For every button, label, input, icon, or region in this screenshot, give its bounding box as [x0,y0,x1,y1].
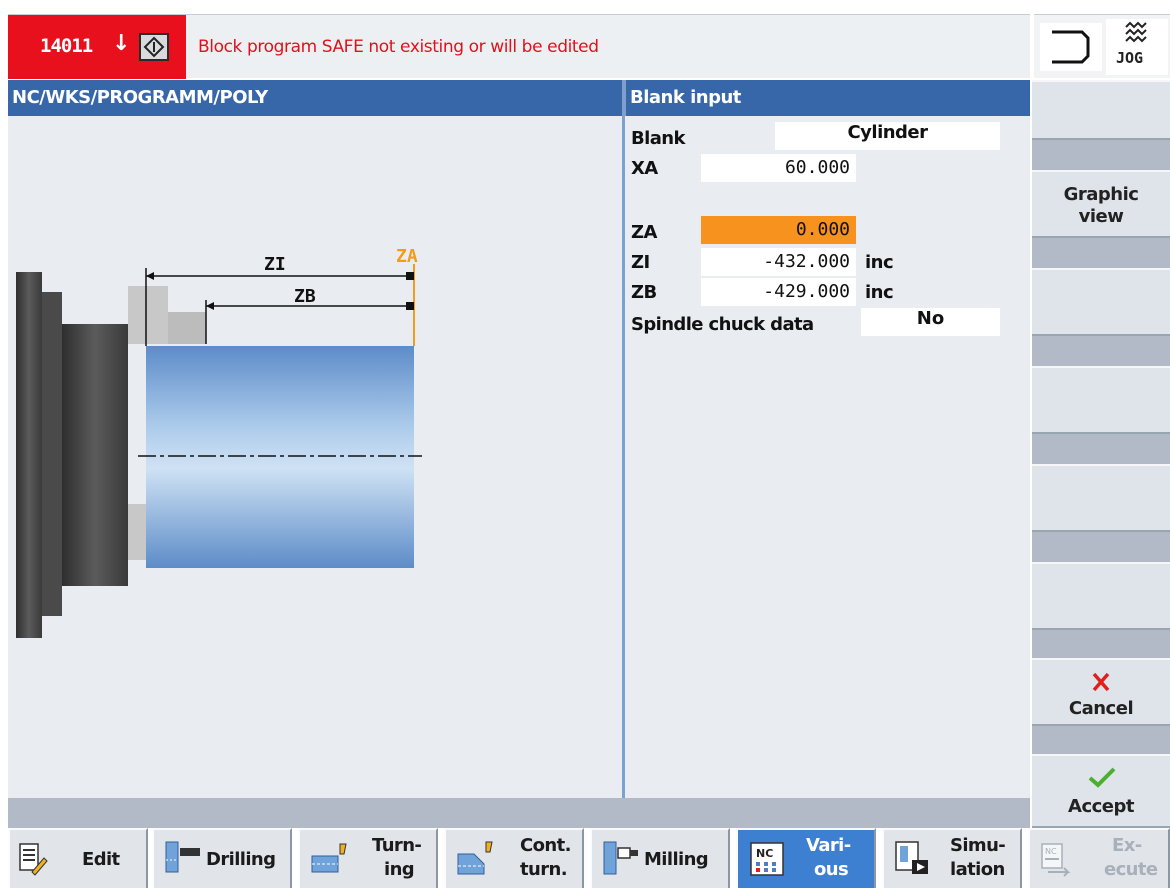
execute-label-2: ecute [1104,859,1158,880]
execute-label-1: Ex- [1112,835,1142,856]
cancel-button[interactable]: Cancel [1032,658,1170,726]
milling-icon [603,841,638,875]
various-label-1: Vari- [806,835,851,856]
za-field[interactable]: 0.000 [701,216,856,244]
softkey-gap [1032,532,1170,562]
xa-label: XA [631,158,658,179]
cycle-start-icon [139,33,169,61]
vertical-softkey-4[interactable] [1032,366,1170,434]
contour-turning-label-2: turn. [520,859,568,880]
drilling-label: Drilling [206,849,276,870]
execute-icon: NC [1041,843,1071,877]
vertical-softkey-1[interactable] [1032,80,1170,140]
softkey-gap [1032,630,1170,658]
zi-field-label: ZI [631,252,650,273]
channel-bracket-icon[interactable] [1040,23,1102,71]
contour-turning-icon [457,841,493,875]
blank-type-select[interactable]: Cylinder [775,122,1000,150]
simulation-label-2: lation [950,859,1005,880]
accept-check-icon [1088,767,1116,788]
za-field-label: ZA [631,222,657,243]
contour-turning-label-1: Cont. [520,835,571,856]
graphic-view-line1: Graphic [1063,184,1139,205]
panel-title: Blank input [630,87,741,108]
chuck-body [16,272,42,638]
za-label: ZA [396,246,418,267]
softkey-gap [1032,238,1170,268]
graphic-view-line2: view [1078,206,1124,227]
softkey-gap [1032,434,1170,464]
chuck-plate [62,324,128,586]
drilling-softkey[interactable]: Drilling [152,828,292,888]
vertical-softkey-3[interactable] [1032,268,1170,336]
cancel-label: Cancel [1068,698,1134,719]
alarm-message[interactable]: Block program SAFE not existing or will … [198,37,599,57]
chuck-select[interactable]: No [861,308,1000,336]
cancel-x-icon [1092,672,1110,692]
zb-field[interactable]: -429.000 [701,278,856,306]
vertical-softkey-6[interactable] [1032,562,1170,630]
nc-various-icon: NC [750,842,784,876]
alarm-arrow-icon: ↓ [112,31,131,56]
milling-softkey[interactable]: Milling [590,828,730,888]
contour-turning-softkey[interactable]: Cont. turn. [444,828,584,888]
softkey-gap [1032,336,1170,366]
zb-label: ZB [294,286,316,307]
simulation-icon [895,841,928,874]
svg-text:NC: NC [1045,847,1057,856]
chuck-face [42,292,62,616]
jog-mode-indicator[interactable]: JOG [1106,19,1168,75]
simulation-label-1: Simu- [950,835,1006,856]
alarm-bar: 14011 ↓ Block program SAFE not existing … [8,14,1030,79]
xa-field[interactable]: 60.000 [701,154,856,182]
vertical-softkey-5[interactable] [1032,464,1170,532]
blank-input-form: Blank Cylinder XA 60.000 ZA 0.000 ZI -43… [625,116,1030,798]
simulation-softkey[interactable]: Simu- lation [882,828,1022,888]
chuck-label: Spindle chuck data [631,314,814,335]
blank-graphic: ZI ZB ZA [8,116,622,798]
milling-label: Milling [644,849,709,870]
status-strip [8,798,1030,828]
edit-label: Edit [82,849,120,870]
turning-label-2: ing [384,859,415,880]
zi-unit: inc [865,252,894,273]
jog-label: JOG [1116,49,1144,67]
zb-field-label: ZB [631,282,657,303]
zi-field[interactable]: -432.000 [701,248,856,276]
zi-label: ZI [264,254,286,275]
chuck-jaw-top [128,286,168,344]
accept-button[interactable]: Accept [1032,754,1170,828]
accept-label: Accept [1068,796,1134,817]
jog-wave-icon [1125,21,1147,43]
softkey-gap [1032,726,1170,754]
alarm-number: 14011 [40,35,93,57]
turning-icon [311,843,347,873]
svg-text:NC: NC [756,847,773,860]
softkey-gap [1032,140,1170,170]
chuck-jaw-top-step [168,312,206,344]
zb-unit: inc [865,282,894,303]
operating-mode-area: JOG [1034,14,1170,78]
edit-icon [19,843,48,876]
blank-cylinder [146,346,414,568]
edit-softkey[interactable]: Edit [8,828,148,888]
graphic-view-button[interactable]: Graphic view [1032,170,1170,238]
blank-label: Blank [631,128,685,149]
turning-label-1: Turn- [372,835,422,856]
header-bar: NC/WKS/PROGRAMM/POLY Blank input [8,80,1030,116]
execute-softkey[interactable]: NC Ex- ecute [1028,828,1170,888]
various-softkey[interactable]: NC Vari- ous [736,828,876,888]
drilling-icon [165,841,200,873]
various-label-2: ous [814,859,849,880]
alarm-indicator: 14011 ↓ [8,15,186,79]
program-path: NC/WKS/PROGRAMM/POLY [12,87,268,108]
header-divider [622,80,626,116]
turning-softkey[interactable]: Turn- ing [298,828,438,888]
